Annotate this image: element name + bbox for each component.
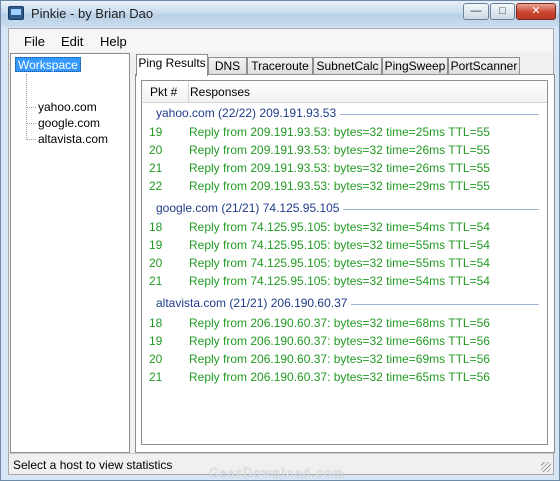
list-item[interactable]: 19 Reply from 206.190.60.37: bytes=32 tim… bbox=[142, 332, 547, 350]
app-icon bbox=[8, 6, 24, 20]
tree-branch bbox=[26, 123, 36, 124]
menu-file[interactable]: File bbox=[24, 34, 45, 49]
watermark: GearDownload.com bbox=[209, 466, 345, 480]
response-text: Reply from 74.125.95.105: bytes=32 time=… bbox=[189, 274, 490, 288]
response-text: Reply from 206.190.60.37: bytes=32 time=… bbox=[189, 334, 490, 348]
packet-number: 19 bbox=[149, 125, 163, 139]
list-item[interactable]: 20 Reply from 206.190.60.37: bytes=32 tim… bbox=[142, 350, 547, 368]
response-text: Reply from 209.191.93.53: bytes=32 time=… bbox=[189, 143, 490, 157]
tree-item-altavista[interactable]: altavista.com bbox=[38, 132, 108, 146]
column-header-pkt[interactable]: Pkt # bbox=[150, 85, 177, 99]
status-text: Select a host to view statistics bbox=[13, 458, 173, 472]
menu-edit[interactable]: Edit bbox=[61, 34, 83, 49]
title-bar[interactable]: Pinkie - by Brian Dao — □ ✕ bbox=[1, 1, 559, 27]
group-title: yahoo.com (22/22) 209.191.93.53 bbox=[156, 106, 341, 120]
group-header[interactable]: yahoo.com (22/22) 209.191.93.53 bbox=[142, 105, 547, 123]
packet-number: 20 bbox=[149, 256, 163, 270]
workspace-tree: Workspace yahoo.com google.com altavista… bbox=[10, 53, 130, 453]
group-title: google.com (21/21) 74.125.95.105 bbox=[156, 201, 344, 215]
packet-number: 18 bbox=[149, 316, 163, 330]
list-item[interactable]: 21 Reply from 74.125.95.105: bytes=32 tim… bbox=[142, 272, 547, 290]
tree-root-workspace[interactable]: Workspace bbox=[15, 57, 81, 72]
tab-portscanner[interactable]: PortScanner bbox=[448, 57, 520, 75]
response-text: Reply from 74.125.95.105: bytes=32 time=… bbox=[189, 238, 490, 252]
tree-item-yahoo[interactable]: yahoo.com bbox=[38, 100, 97, 114]
packet-number: 19 bbox=[149, 334, 163, 348]
list-item[interactable]: 19 Reply from 74.125.95.105: bytes=32 tim… bbox=[142, 236, 547, 254]
tab-dns[interactable]: DNS bbox=[208, 57, 247, 75]
column-divider[interactable] bbox=[188, 81, 189, 103]
client-area: File Edit Help Workspace yahoo.com googl… bbox=[8, 28, 555, 475]
packet-number: 20 bbox=[149, 352, 163, 366]
tree-branch bbox=[26, 107, 36, 108]
list-item[interactable]: 19 Reply from 209.191.93.53: bytes=32 tim… bbox=[142, 123, 547, 141]
tab-control: Ping Results DNS Traceroute SubnetCalc P… bbox=[135, 53, 555, 453]
list-item[interactable]: 22 Reply from 209.191.93.53: bytes=32 tim… bbox=[142, 177, 547, 195]
packet-number: 20 bbox=[149, 143, 163, 157]
packet-number: 22 bbox=[149, 179, 163, 193]
response-text: Reply from 209.191.93.53: bytes=32 time=… bbox=[189, 161, 490, 175]
list-item[interactable]: 21 Reply from 206.190.60.37: bytes=32 tim… bbox=[142, 368, 547, 386]
list-header: Pkt # Responses bbox=[142, 81, 547, 103]
response-text: Reply from 209.191.93.53: bytes=32 time=… bbox=[189, 125, 490, 139]
maximize-button[interactable]: □ bbox=[490, 3, 515, 20]
group-header[interactable]: google.com (21/21) 74.125.95.105 bbox=[142, 200, 547, 218]
response-text: Reply from 206.190.60.37: bytes=32 time=… bbox=[189, 352, 490, 366]
list-item[interactable]: 18 Reply from 206.190.60.37: bytes=32 tim… bbox=[142, 314, 547, 332]
column-header-responses[interactable]: Responses bbox=[190, 85, 250, 99]
tab-ping-results[interactable]: Ping Results bbox=[136, 54, 208, 76]
packet-number: 19 bbox=[149, 238, 163, 252]
packet-number: 18 bbox=[149, 220, 163, 234]
ping-results-page: Pkt # Responses yahoo.com (22/22) 209.19… bbox=[135, 74, 555, 453]
minimize-button[interactable]: — bbox=[463, 3, 489, 20]
list-item[interactable]: 20 Reply from 74.125.95.105: bytes=32 tim… bbox=[142, 254, 547, 272]
ping-results-list[interactable]: Pkt # Responses yahoo.com (22/22) 209.19… bbox=[141, 80, 548, 445]
close-button[interactable]: ✕ bbox=[516, 3, 556, 20]
window-title: Pinkie - by Brian Dao bbox=[31, 6, 154, 21]
tab-traceroute[interactable]: Traceroute bbox=[247, 57, 313, 75]
app-window: Pinkie - by Brian Dao — □ ✕ File Edit He… bbox=[0, 0, 560, 481]
list-item[interactable]: 18 Reply from 74.125.95.105: bytes=32 tim… bbox=[142, 218, 547, 236]
tab-pingsweep[interactable]: PingSweep bbox=[382, 57, 448, 75]
group-header[interactable]: altavista.com (21/21) 206.190.60.37 bbox=[142, 295, 547, 313]
tree-item-google[interactable]: google.com bbox=[38, 116, 100, 130]
packet-number: 21 bbox=[149, 274, 163, 288]
response-text: Reply from 206.190.60.37: bytes=32 time=… bbox=[189, 370, 490, 384]
list-item[interactable]: 20 Reply from 209.191.93.53: bytes=32 tim… bbox=[142, 141, 547, 159]
response-text: Reply from 74.125.95.105: bytes=32 time=… bbox=[189, 256, 490, 270]
response-text: Reply from 206.190.60.37: bytes=32 time=… bbox=[189, 316, 490, 330]
tree-branch bbox=[26, 139, 36, 140]
menu-bar: File Edit Help bbox=[9, 29, 553, 52]
response-text: Reply from 209.191.93.53: bytes=32 time=… bbox=[189, 179, 490, 193]
menu-help[interactable]: Help bbox=[100, 34, 127, 49]
list-item[interactable]: 21 Reply from 209.191.93.53: bytes=32 tim… bbox=[142, 159, 547, 177]
tab-subnetcalc[interactable]: SubnetCalc bbox=[313, 57, 382, 75]
packet-number: 21 bbox=[149, 370, 163, 384]
resize-grip-icon[interactable] bbox=[541, 462, 551, 472]
response-text: Reply from 74.125.95.105: bytes=32 time=… bbox=[189, 220, 490, 234]
group-title: altavista.com (21/21) 206.190.60.37 bbox=[156, 296, 352, 310]
packet-number: 21 bbox=[149, 161, 163, 175]
